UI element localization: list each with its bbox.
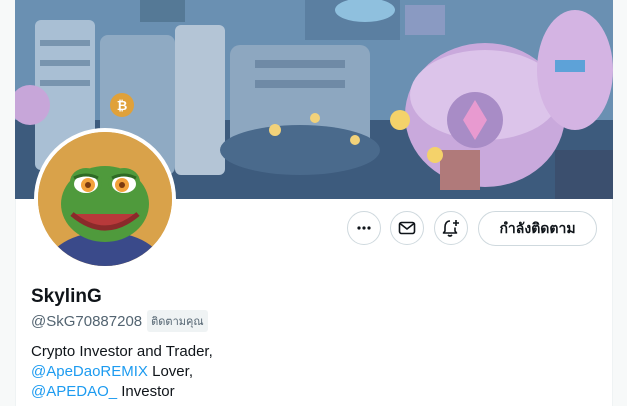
profile-bio: Crypto Investor and Trader, @ApeDaoREMIX… <box>31 342 213 402</box>
envelope-icon <box>398 221 416 235</box>
profile-avatar[interactable] <box>34 128 176 270</box>
bio-line: @ApeDaoREMIX Lover, <box>31 362 213 382</box>
pepe-frog-avatar-icon <box>38 132 172 266</box>
bell-plus-icon <box>442 220 459 237</box>
user-handle: @SkG70887208 <box>31 312 143 330</box>
column-border-left <box>15 199 16 406</box>
right-gutter <box>613 0 627 406</box>
bio-text: Investor <box>117 383 175 400</box>
handle-row: @SkG70887208 ติดตามคุณ <box>31 310 208 332</box>
notifications-button[interactable] <box>434 211 468 245</box>
column-border-right <box>612 199 613 406</box>
bio-line: @APEDAO_ Investor <box>31 382 213 402</box>
more-button[interactable] <box>347 211 381 245</box>
more-dots-icon <box>357 226 371 230</box>
following-button[interactable]: กำลังติดตาม <box>478 211 597 246</box>
follows-you-badge: ติดตามคุณ <box>147 310 208 332</box>
display-name: SkylinG <box>31 286 102 307</box>
bio-text: Lover, <box>147 363 193 380</box>
mention-link[interactable]: @APEDAO_ <box>31 383 117 400</box>
mention-link[interactable]: @ApeDaoREMIX <box>31 363 148 380</box>
bio-line: Crypto Investor and Trader, <box>31 343 213 360</box>
svg-text:₿: ₿ <box>117 99 128 114</box>
left-gutter <box>0 0 15 406</box>
message-button[interactable] <box>390 211 424 245</box>
